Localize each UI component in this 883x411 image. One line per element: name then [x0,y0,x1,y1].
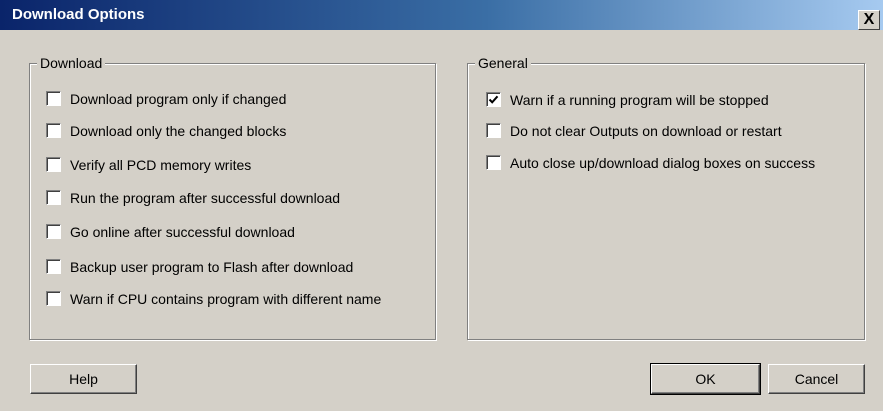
checkbox-box[interactable] [46,91,61,106]
checkbox-box[interactable] [46,123,61,138]
download-group: Download Download program only if change… [29,54,436,340]
checkbox-label: Auto close up/download dialog boxes on s… [510,155,816,171]
checkbox-box[interactable] [46,224,61,239]
checkbox-label: Go online after successful download [70,224,295,240]
download-group-label: Download [37,54,106,72]
general-group-label: General [475,54,531,72]
checkbox-box[interactable] [486,123,501,138]
checkbox-label: Download only the changed blocks [70,123,287,139]
title-bar: Download Options [0,0,883,30]
checkbox-box[interactable] [46,157,61,172]
checkbox-label: Do not clear Outputs on download or rest… [510,123,782,139]
checkbox-label: Backup user program to Flash after downl… [70,259,354,275]
checkbox-box[interactable] [46,291,61,306]
checkbox-label: Warn if a running program will be stoppe… [510,92,769,108]
checkbox-box[interactable] [486,155,501,170]
checkmark-icon [488,95,499,104]
window-title: Download Options [12,6,145,23]
checkbox-label: Run the program after successful downloa… [70,190,341,206]
checkbox-label: Warn if CPU contains program with differ… [70,291,382,307]
checkbox-box[interactable] [486,92,501,107]
close-button[interactable]: X [858,10,880,30]
help-button[interactable]: Help [30,364,137,394]
cancel-button[interactable]: Cancel [768,364,865,394]
general-group: General Warn if a running program will b… [467,54,865,340]
ok-button[interactable]: OK [650,363,761,395]
checkbox-box[interactable] [46,190,61,205]
checkbox-label: Verify all PCD memory writes [70,157,252,173]
checkbox-label: Download program only if changed [70,91,287,107]
checkbox-box[interactable] [46,259,61,274]
